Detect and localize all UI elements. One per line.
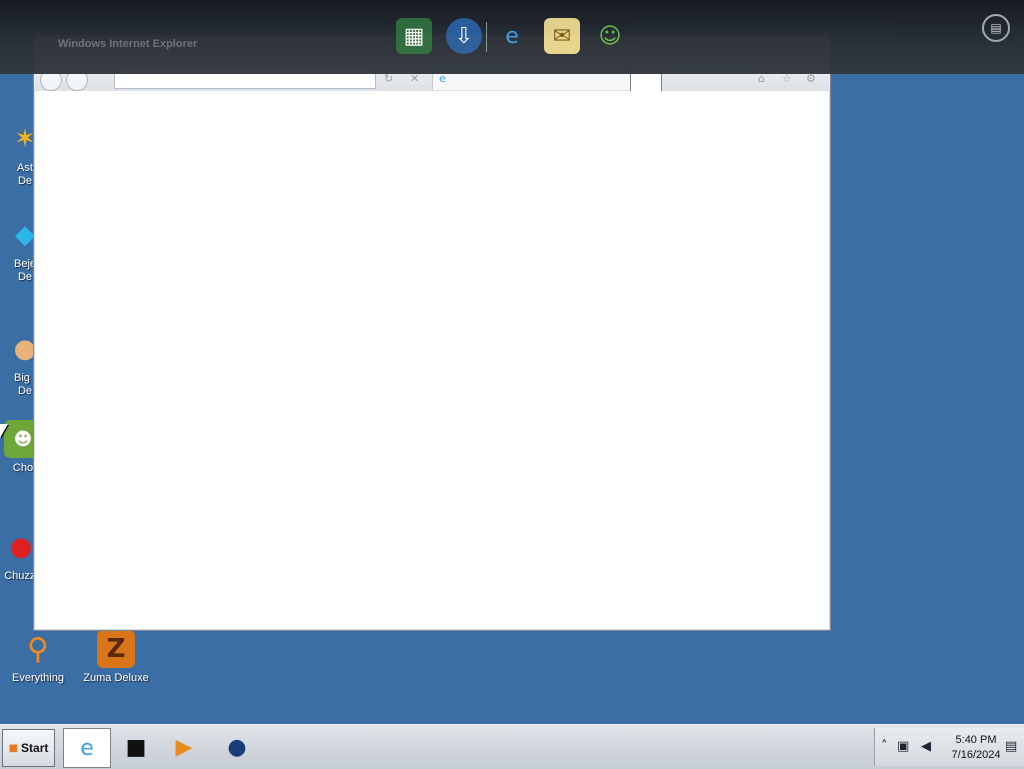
zuma-icon: Z <box>97 630 135 668</box>
page-content[interactable] <box>35 91 829 629</box>
taskbar-internet-explorer[interactable]: e <box>63 728 111 768</box>
desktop-icon-label: Zuma Deluxe <box>83 672 149 684</box>
clock[interactable]: 5:40 PM 7/16/2024 <box>939 733 1013 763</box>
show-hidden-icons-icon[interactable]: ˄ <box>881 739 888 754</box>
mouse-cursor-icon <box>0 424 8 438</box>
window-title: Windows Internet Explorer <box>58 38 198 50</box>
globe-download-icon[interactable]: ⇩ <box>446 18 482 54</box>
desktop-icon-zuma[interactable]: Z Zuma Deluxe <box>81 630 151 685</box>
app-cube-icon[interactable]: ▦ <box>396 18 432 54</box>
start-button[interactable]: ■ Start <box>2 729 55 767</box>
top-dock: ▦ ⇩ e ✉ ☺ ▤ <box>0 0 1024 74</box>
media-player-icon[interactable]: ▶ <box>161 728 207 766</box>
mail-icon[interactable]: ✉ <box>544 18 580 54</box>
desktop-icon-everything[interactable]: ⚲ Everything <box>3 630 73 685</box>
start-label: Start <box>21 741 49 755</box>
clock-date: 7/16/2024 <box>951 749 1001 761</box>
ie-window: ↻ ✕ e × ⌂ ☆ ⚙ <box>33 34 831 631</box>
dock-settings-icon[interactable]: ▤ <box>982 14 1010 42</box>
media-box-icon[interactable]: ■ <box>113 728 159 766</box>
messenger-icon[interactable]: ☺ <box>592 18 628 54</box>
globe-icon[interactable]: ● <box>214 728 260 766</box>
magnifier-icon: ⚲ <box>27 631 49 667</box>
clock-time: 5:40 PM <box>955 734 997 746</box>
taskbar: ■ Start e ■ ▶ ● ˄ ▣ ◀ 5:40 PM 7/16/2024 … <box>0 724 1024 769</box>
show-desktop-icon[interactable]: ▤ <box>1005 739 1017 754</box>
network-icon[interactable]: ▣ <box>897 739 909 754</box>
system-tray: ˄ ▣ ◀ 5:40 PM 7/16/2024 ▤ <box>874 728 1024 766</box>
windows-flag-icon: ■ <box>8 742 19 754</box>
desktop-icon-label: Everything <box>12 672 64 684</box>
internet-explorer-icon[interactable]: e <box>494 18 530 54</box>
volume-icon[interactable]: ◀ <box>921 739 931 754</box>
dock-separator <box>486 22 487 52</box>
